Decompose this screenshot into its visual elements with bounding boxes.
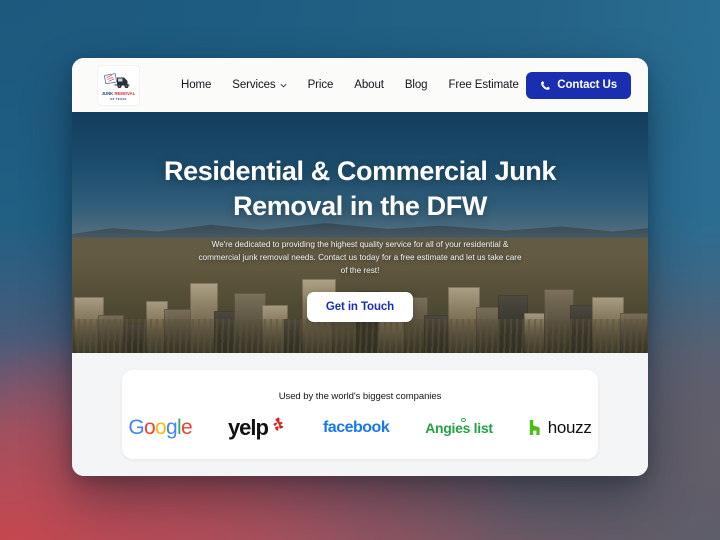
truck-icon <box>103 73 129 89</box>
houzz-logo: houzz <box>529 419 592 436</box>
yelp-logo: yelp <box>227 414 287 440</box>
nav-item-about[interactable]: About <box>354 79 384 91</box>
browser-window: JUNK REMOVAL OF TEXAS Home Services Pric… <box>72 58 648 476</box>
hero-title: Residential & Commercial Junk Removal in… <box>163 156 557 221</box>
houzz-wordmark: houzz <box>547 418 592 437</box>
houzz-house-icon <box>529 420 540 435</box>
nav-item-price[interactable]: Price <box>308 79 334 91</box>
facebook-wordmark: facebook <box>322 418 390 436</box>
site-logo[interactable]: JUNK REMOVAL OF TEXAS <box>98 65 139 105</box>
brands-section: Used by the world's biggest companies Go… <box>72 353 648 476</box>
contact-us-label: Contact Us <box>557 79 617 91</box>
phone-icon <box>541 80 551 90</box>
angies-list-accent-icon <box>461 417 467 422</box>
contact-us-button[interactable]: Contact Us <box>526 71 631 99</box>
nav-item-label: Home <box>181 79 212 91</box>
nav-links: Home Services Price About Blog Free Esti… <box>181 79 519 91</box>
angies-list-logo: Angies list <box>425 417 493 436</box>
chevron-down-icon <box>280 83 286 87</box>
nav-item-label: Services <box>232 79 276 91</box>
hero-subtitle: We're dedicated to providing the highest… <box>198 240 522 275</box>
yelp-burst-icon <box>273 417 284 431</box>
angies-list-wordmark: Angies list <box>425 417 493 436</box>
nav-item-label: About <box>354 79 384 91</box>
site-navbar: JUNK REMOVAL OF TEXAS Home Services Pric… <box>72 58 648 112</box>
yelp-wordmark: yelp <box>227 414 269 440</box>
nav-item-label: Blog <box>404 79 428 91</box>
brands-title: Used by the world's biggest companies <box>278 390 442 402</box>
nav-item-free-estimate[interactable]: Free Estimate <box>448 79 518 91</box>
hero-content: Residential & Commercial Junk Removal in… <box>72 112 648 353</box>
hero-section: Residential & Commercial Junk Removal in… <box>72 112 648 353</box>
google-wordmark: Google <box>128 416 192 439</box>
nav-item-home[interactable]: Home <box>181 79 211 91</box>
nav-item-label: Price <box>307 79 334 91</box>
facebook-logo: facebook <box>322 418 390 436</box>
nav-item-label: Free Estimate <box>448 79 519 91</box>
logo-wordmark: JUNK REMOVAL <box>101 91 136 97</box>
google-logo: Google <box>128 417 192 438</box>
logo-tagline: OF TEXAS <box>110 96 127 101</box>
brands-row: Google yelp facebook Angies list houzz <box>128 414 592 440</box>
nav-item-services[interactable]: Services <box>232 79 286 91</box>
get-in-touch-button[interactable]: Get in Touch <box>306 292 414 323</box>
nav-item-blog[interactable]: Blog <box>405 79 428 91</box>
brands-card: Used by the world's biggest companies Go… <box>122 370 598 459</box>
